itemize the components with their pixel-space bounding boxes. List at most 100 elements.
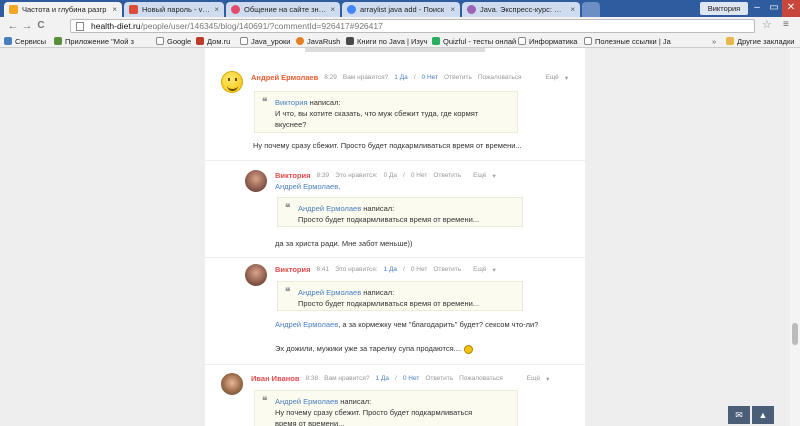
new-tab-button[interactable] <box>582 2 600 17</box>
menu-icon[interactable]: ≡ <box>783 19 789 30</box>
more-menu[interactable]: Ещё <box>473 266 486 273</box>
bookmark-services[interactable]: Сервисы <box>4 34 46 48</box>
likes-label: Вам нравится? <box>324 375 370 382</box>
app-icon <box>54 37 62 45</box>
back-icon[interactable]: ← <box>6 20 20 32</box>
tab-dating[interactable]: Общение на сайте знако × <box>226 2 340 17</box>
avatar[interactable] <box>245 170 267 192</box>
quote-wrote: написал: <box>309 98 341 107</box>
quizful-icon <box>432 37 440 45</box>
address-bar[interactable]: health-diet.ru/people/user/146345/blog/1… <box>70 19 755 33</box>
tab-label: Общение на сайте знако <box>244 5 327 14</box>
quote-author[interactable]: Андрей Ермолаев <box>275 397 338 406</box>
bookmark-label: Java_уроки <box>251 36 291 46</box>
avatar[interactable] <box>221 373 243 395</box>
quote-author[interactable]: Андрей Ермолаев <box>298 288 361 297</box>
bookmark-quizful[interactable]: Quizful - тесты онлай <box>432 34 516 48</box>
divider <box>205 364 585 365</box>
like-no[interactable]: 0 Нет <box>411 266 428 273</box>
like-no[interactable]: 0 Нет <box>411 172 428 179</box>
comment-meta: Андрей Ермолаев 8:29 Вам нравится? 1 Да /… <box>251 73 569 82</box>
bookmark-google[interactable]: Google <box>156 34 191 48</box>
close-icon[interactable]: × <box>330 5 335 14</box>
comments-card: Андрей Ермолаев 8:29 Вам нравится? 1 Да /… <box>205 48 585 426</box>
google-icon <box>347 5 356 14</box>
tab-java-course[interactable]: Java. Экспресс-курс: Сли × <box>462 2 580 17</box>
like-yes[interactable]: 1 Да <box>394 74 407 81</box>
tab-label: Новый пароль - vikky <box>142 5 211 14</box>
comment-body: Андрей Ермолаев, а за кормежку чем "благ… <box>275 320 538 329</box>
more-menu[interactable]: Ещё <box>527 375 540 382</box>
bookmark-label: Дом.ru <box>207 36 231 46</box>
comment-author[interactable]: Виктория <box>275 265 311 274</box>
complain-link[interactable]: Пожаловаться <box>478 74 522 81</box>
tab-search[interactable]: arraylist java add - Поиск × <box>342 2 460 17</box>
quote-text: Просто будет подкармливаться время от вр… <box>298 215 480 224</box>
like-yes[interactable]: 1 Да <box>384 266 397 273</box>
close-icon[interactable]: × <box>214 5 219 14</box>
close-icon[interactable]: × <box>450 5 455 14</box>
gmail-icon <box>129 5 138 14</box>
bookmark-app[interactable]: Приложение "Мой з <box>54 34 134 48</box>
reply-link[interactable]: Ответить <box>433 266 461 273</box>
comment-body: да за христа ради. Мне забот меньше)) <box>275 239 413 248</box>
quote-author[interactable]: Андрей Ермолаев <box>298 204 361 213</box>
quote-block: ❝ Андрей Ермолаев написал: Просто будет … <box>277 281 523 311</box>
folder-icon <box>726 37 734 45</box>
like-yes[interactable]: 1 Да <box>376 375 389 382</box>
bookmarks-more[interactable]: » <box>712 34 716 48</box>
quote-icon: ❝ <box>262 97 268 108</box>
reply-link[interactable]: Ответить <box>444 74 472 81</box>
like-yes[interactable]: 0 Да <box>384 172 397 179</box>
like-no[interactable]: 0 Нет <box>422 74 439 81</box>
bookmark-star-icon[interactable]: ☆ <box>762 18 772 31</box>
tab-gmail[interactable]: Новый пароль - vikky × <box>124 2 224 17</box>
more-menu[interactable]: Ещё <box>546 74 559 81</box>
comment-time[interactable]: 8:38 <box>305 375 318 382</box>
comment-author[interactable]: Иван Иванов <box>251 374 299 383</box>
quote-text: вкуснее? <box>275 120 307 129</box>
paw-icon <box>467 5 476 14</box>
profile-badge[interactable]: Виктория <box>700 2 748 15</box>
mention-link[interactable]: Андрей Ермолаев <box>275 320 338 329</box>
chat-icon[interactable]: ✉ <box>728 406 750 424</box>
comment-author[interactable]: Андрей Ермолаев <box>251 73 318 82</box>
maximize-icon[interactable]: ▭ <box>765 0 783 17</box>
reply-link[interactable]: Ответить <box>425 375 453 382</box>
comment-time[interactable]: 8:41 <box>317 266 330 273</box>
comment-body-text: , а за кормежку чем "благодарить" будет?… <box>338 320 539 329</box>
mention-link[interactable]: Андрей Ермолаев, <box>275 182 340 191</box>
avatar[interactable] <box>221 71 243 93</box>
quote-block: ❝ Виктория написал: И что, вы хотите ска… <box>254 91 518 133</box>
bell-icon[interactable]: ▲ <box>752 406 774 424</box>
bookmark-javarush[interactable]: JavaRush <box>296 34 340 48</box>
quote-text: Ну почему сразу сбежит. Просто будет под… <box>275 408 473 417</box>
complain-link[interactable]: Пожаловаться <box>459 375 503 382</box>
bookmark-informatics[interactable]: Информатика <box>518 34 577 48</box>
scrollbar[interactable] <box>790 48 800 426</box>
tab-active[interactable]: Частота и глубина разгр × <box>4 2 122 17</box>
comment-time[interactable]: 8:29 <box>324 74 337 81</box>
bookmark-java-books[interactable]: Книги по Java | Изуч <box>346 34 427 48</box>
comment-time[interactable]: 8:39 <box>317 172 330 179</box>
quote-icon: ❝ <box>262 396 268 407</box>
forward-icon[interactable]: → <box>20 20 34 32</box>
close-icon[interactable]: × <box>112 5 117 14</box>
minimize-icon[interactable]: – <box>748 0 766 17</box>
other-bookmarks[interactable]: Другие закладки <box>726 34 794 48</box>
scrollbar-thumb[interactable] <box>792 323 798 345</box>
reload-icon[interactable]: C <box>34 20 48 31</box>
book-icon <box>346 37 354 45</box>
reply-link[interactable]: Ответить <box>433 172 461 179</box>
quote-author[interactable]: Виктория <box>275 98 308 107</box>
bookmark-useful-links[interactable]: Полезные ссылки | Ja <box>584 34 671 48</box>
like-no[interactable]: 0 Нет <box>403 375 420 382</box>
more-menu[interactable]: Ещё <box>473 172 486 179</box>
comment-author[interactable]: Виктория <box>275 171 311 180</box>
bookmark-java-lessons[interactable]: Java_уроки <box>240 34 291 48</box>
close-icon[interactable]: × <box>570 5 575 14</box>
bookmarks-bar: Сервисы Приложение "Мой з Google Дом.ru … <box>0 34 800 48</box>
bookmark-domru[interactable]: Дом.ru <box>196 34 230 48</box>
close-window-icon[interactable]: ✕ <box>782 0 800 17</box>
avatar[interactable] <box>245 264 267 286</box>
